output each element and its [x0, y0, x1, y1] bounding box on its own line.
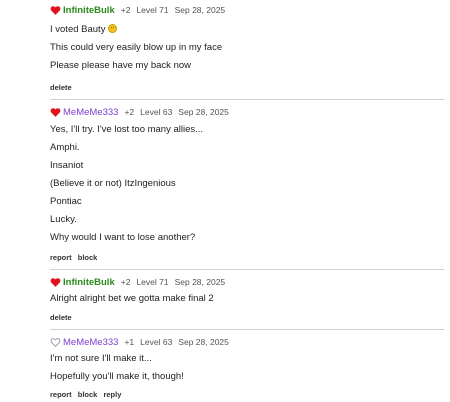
heart-outline-icon[interactable] — [50, 337, 61, 348]
delete-link[interactable]: delete — [50, 83, 72, 92]
user-level: Level 71 — [136, 277, 169, 287]
comment-text-line: Yes, I'll try. I've lost too many allies… — [50, 124, 204, 135]
vote-count: +1 — [124, 337, 135, 347]
comment-meta: InfiniteBulk +2 Level 71 Sep 28, 2025 — [50, 3, 444, 17]
username[interactable]: InfiniteBulk — [63, 277, 115, 288]
comment-text-line: Please please have my back now — [50, 60, 191, 71]
vote-count: +2 — [120, 277, 131, 287]
username[interactable]: MeMeMe333 — [63, 337, 118, 348]
heart-filled-icon[interactable] — [50, 107, 61, 118]
block-link[interactable]: block — [78, 253, 98, 262]
comment-text-line: (Believe it or not) ItzIngenious — [50, 178, 176, 189]
comment-meta: MeMeMe333 +2 Level 63 Sep 28, 2025 — [50, 105, 444, 119]
block-link[interactable]: block — [78, 390, 98, 399]
report-link[interactable]: report — [50, 390, 72, 399]
username[interactable]: InfiniteBulk — [63, 5, 115, 16]
comment-date: Sep 28, 2025 — [178, 107, 229, 117]
comment-text-line: Why would I want to lose another? — [50, 232, 196, 243]
vote-count: +2 — [120, 5, 131, 15]
comment: MeMeMe333 +1 Level 63 Sep 28, 2025 I'm n… — [50, 329, 444, 402]
comment-date: Sep 28, 2025 — [174, 277, 226, 287]
comment-date: Sep 28, 2025 — [174, 5, 226, 15]
comment-text-line: Lucky. — [50, 214, 77, 225]
flushed-face-emoji-icon — [108, 24, 118, 33]
comment-text-line: Amphi. — [50, 142, 80, 153]
comment: InfiniteBulk +2 Level 71 Sep 28, 2025 Al… — [50, 269, 444, 329]
comment-thread: InfiniteBulk +2 Level 71 Sep 28, 2025 I … — [0, 0, 450, 402]
comment-text-line: Hopefully you'll make it, though! — [50, 371, 184, 382]
comment-actions: delete — [50, 311, 444, 325]
user-level: Level 63 — [140, 107, 173, 117]
comment-meta: MeMeMe333 +1 Level 63 Sep 28, 2025 — [50, 335, 444, 349]
user-level: Level 71 — [136, 5, 169, 15]
comment-date: Sep 28, 2025 — [178, 337, 229, 347]
vote-count: +2 — [124, 107, 135, 117]
heart-filled-icon[interactable] — [50, 5, 61, 16]
report-link[interactable]: report — [50, 253, 72, 262]
comment-meta: InfiniteBulk +2 Level 71 Sep 28, 2025 — [50, 275, 444, 289]
reply-link[interactable]: reply — [103, 390, 121, 399]
comment-text-line: Pontiac — [50, 196, 82, 207]
comment: MeMeMe333 +2 Level 63 Sep 28, 2025 Yes, … — [50, 99, 444, 269]
comment: InfiniteBulk +2 Level 71 Sep 28, 2025 I … — [50, 0, 444, 99]
comment-text-line: I voted Bauty — [50, 21, 444, 39]
user-level: Level 63 — [140, 337, 173, 347]
comment-text-line: Alright alright bet we gotta make final … — [50, 293, 214, 304]
username[interactable]: MeMeMe333 — [63, 107, 118, 118]
comment-text-line: Insaniot — [50, 160, 84, 171]
comment-text-line: I'm not sure I'll make it... — [50, 353, 152, 364]
comment-actions: report block — [50, 251, 444, 265]
delete-link[interactable]: delete — [50, 313, 72, 322]
comment-text-line: This could very easily blow up in my fac… — [50, 42, 223, 53]
comment-actions: delete — [50, 81, 444, 95]
heart-filled-icon[interactable] — [50, 277, 61, 288]
